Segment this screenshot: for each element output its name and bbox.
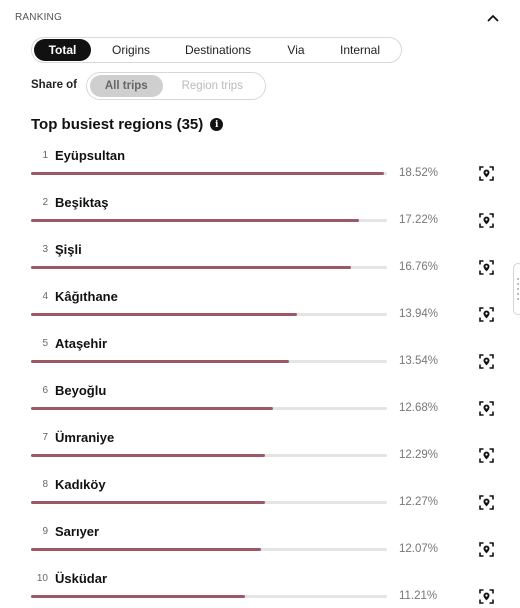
rank-number: 8	[42, 479, 48, 490]
locate-region-icon[interactable]	[479, 354, 494, 369]
locate-region-icon[interactable]	[479, 542, 494, 557]
locate-region-icon[interactable]	[479, 166, 494, 181]
share-bar-fill	[31, 172, 385, 175]
share-bar-track	[31, 407, 387, 410]
rank-number: 10	[36, 573, 48, 584]
region-row[interactable]: 9 Sarıyer 12.07%	[0, 520, 520, 567]
region-name: Ümraniye	[55, 430, 115, 445]
region-row[interactable]: 10 Üsküdar 11.21%	[0, 567, 520, 608]
region-row[interactable]: 4 Kâğıthane 13.94%	[0, 285, 520, 332]
share-of-label: Share of	[31, 79, 78, 91]
region-row[interactable]: 3 Şişli 16.76%	[0, 238, 520, 285]
region-name: Ataşehir	[55, 336, 108, 351]
chevron-up-icon[interactable]	[486, 11, 500, 25]
share-toggle: All trips Region trips	[86, 72, 266, 100]
share-percent: 12.68%	[399, 402, 439, 414]
region-name: Eyüpsultan	[55, 148, 126, 163]
region-name: Kadıköy	[55, 477, 106, 492]
share-bar-fill	[31, 360, 290, 363]
locate-region-icon[interactable]	[479, 401, 494, 416]
list-title: Top busiest regions (35) i	[31, 116, 224, 133]
section-title: RANKING	[15, 12, 62, 23]
rank-number: 1	[42, 150, 48, 161]
share-bar-fill	[31, 219, 360, 222]
region-name: Beşiktaş	[55, 195, 109, 210]
share-bar-fill	[31, 454, 266, 457]
tab-origins[interactable]: Origins	[91, 39, 171, 61]
locate-region-icon[interactable]	[479, 260, 494, 275]
info-icon[interactable]: i	[210, 118, 224, 131]
tab-via[interactable]: Via	[265, 39, 327, 61]
share-percent: 11.21%	[399, 590, 438, 602]
share-percent: 12.29%	[399, 449, 439, 461]
region-list: 1 Eyüpsultan 18.52% 2 Beşiktaş 17.22% 3 Şişli 16…	[0, 144, 520, 608]
share-bar-track	[31, 266, 387, 269]
tab-destinations[interactable]: Destinations	[171, 39, 265, 61]
share-bar-track	[31, 172, 387, 175]
share-percent: 13.54%	[399, 355, 439, 367]
rank-number: 9	[42, 526, 48, 537]
share-bar-track	[31, 360, 387, 363]
region-row[interactable]: 1 Eyüpsultan 18.52%	[0, 144, 520, 191]
region-row[interactable]: 7 Ümraniye 12.29%	[0, 426, 520, 473]
locate-region-icon[interactable]	[479, 589, 494, 604]
region-name: Sarıyer	[55, 524, 100, 539]
share-bar-fill	[31, 266, 351, 269]
region-name: Beyoğlu	[55, 383, 107, 398]
share-percent: 16.76%	[399, 261, 439, 273]
rank-number: 6	[42, 385, 48, 396]
share-region-trips-option[interactable]: Region trips	[163, 75, 262, 97]
share-bar-fill	[31, 313, 297, 316]
region-row[interactable]: 5 Ataşehir 13.54%	[0, 332, 520, 379]
ranking-tabs: Total Origins Destinations Via Internal	[31, 37, 402, 63]
region-name: Üsküdar	[55, 571, 108, 586]
share-bar-track	[31, 595, 387, 598]
region-row[interactable]: 6 Beyoğlu 12.68%	[0, 379, 520, 426]
share-bar-track	[31, 219, 387, 222]
rank-number: 3	[42, 244, 48, 255]
share-bar-fill	[31, 595, 245, 598]
share-percent: 12.27%	[399, 496, 439, 508]
ranking-header: RANKING	[15, 12, 500, 26]
tab-total[interactable]: Total	[34, 39, 91, 61]
region-name: Şişli	[55, 242, 82, 257]
rank-number: 5	[42, 338, 48, 349]
share-bar-fill	[31, 407, 273, 410]
share-bar-fill	[31, 501, 265, 504]
share-bar-track	[31, 548, 387, 551]
rank-number: 7	[42, 432, 48, 443]
rank-number: 4	[42, 291, 48, 302]
share-percent: 18.52%	[399, 167, 439, 179]
share-percent: 17.22%	[399, 214, 439, 226]
share-bar-track	[31, 454, 387, 457]
share-bar-track	[31, 313, 387, 316]
share-bar-fill	[31, 548, 262, 551]
share-percent: 13.94%	[399, 308, 439, 320]
locate-region-icon[interactable]	[479, 213, 494, 228]
share-all-trips-option[interactable]: All trips	[90, 75, 163, 97]
share-percent: 12.07%	[399, 543, 439, 555]
share-bar-track	[31, 501, 387, 504]
locate-region-icon[interactable]	[479, 495, 494, 510]
panel-resize-handle[interactable]	[513, 263, 520, 315]
region-name: Kâğıthane	[55, 289, 118, 304]
list-title-text: Top busiest regions (35)	[31, 116, 204, 133]
region-row[interactable]: 2 Beşiktaş 17.22%	[0, 191, 520, 238]
locate-region-icon[interactable]	[479, 448, 494, 463]
locate-region-icon[interactable]	[479, 307, 494, 322]
tab-internal[interactable]: Internal	[327, 39, 393, 61]
region-row[interactable]: 8 Kadıköy 12.27%	[0, 473, 520, 520]
rank-number: 2	[42, 197, 48, 208]
